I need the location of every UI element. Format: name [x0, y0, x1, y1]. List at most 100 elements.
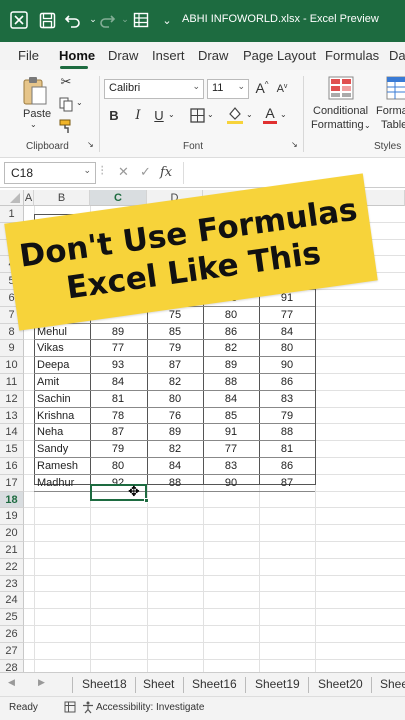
cancel-icon[interactable]: ✕: [118, 165, 129, 180]
row-header[interactable]: 9: [0, 340, 24, 358]
row-header[interactable]: 27: [0, 642, 24, 660]
fill-handle[interactable]: [144, 498, 149, 503]
table-cell-name[interactable]: Neha: [34, 424, 63, 441]
table-cell-name[interactable]: Amit: [34, 374, 59, 391]
copy-dropdown-icon[interactable]: ⌄: [76, 98, 83, 107]
table-cell-score[interactable]: 90: [259, 357, 315, 374]
format-painter-icon[interactable]: [58, 118, 74, 134]
row-header[interactable]: 17: [0, 474, 24, 492]
row-header[interactable]: 1: [0, 206, 24, 223]
clipboard-launcher-icon[interactable]: ↘: [87, 140, 94, 149]
table-cell-score[interactable]: 84: [147, 458, 203, 475]
save-icon[interactable]: [38, 11, 56, 29]
table-cell-score[interactable]: 78: [90, 408, 146, 425]
menu-insert[interactable]: Insert: [152, 48, 185, 63]
table-cell-score[interactable]: 81: [259, 441, 315, 458]
table-cell-score[interactable]: 90: [203, 475, 259, 492]
name-box[interactable]: C18 ⌄: [4, 162, 96, 184]
column-header-b[interactable]: B: [34, 190, 90, 206]
font-color-dropdown-icon[interactable]: ⌄: [280, 110, 287, 119]
row-header[interactable]: 18: [0, 491, 24, 509]
row-header[interactable]: 26: [0, 626, 24, 643]
table-cell-score[interactable]: 84: [203, 391, 259, 408]
table-cell-name[interactable]: Deepa: [34, 357, 69, 374]
table-cell-score[interactable]: 88: [147, 475, 203, 492]
column-header-c[interactable]: C: [90, 190, 147, 206]
sheet-view-icon[interactable]: [64, 701, 76, 716]
shrink-font-button[interactable]: Av: [275, 81, 289, 97]
format-as-table-icon[interactable]: [386, 76, 405, 100]
row-header[interactable]: 25: [0, 609, 24, 626]
fill-color-icon[interactable]: [226, 105, 244, 125]
customize-toolbar-icon[interactable]: ⌄: [158, 11, 176, 29]
row-header[interactable]: 24: [0, 592, 24, 610]
paste-dropdown-icon[interactable]: ⌄: [30, 120, 37, 129]
table-cell-score[interactable]: 89: [147, 424, 203, 441]
accessibility-icon[interactable]: [82, 701, 94, 717]
conditional-formatting-label-2[interactable]: Formatting: [311, 119, 364, 131]
next-sheet-icon[interactable]: ▶: [38, 678, 45, 688]
menu-draw-2[interactable]: Draw: [198, 48, 228, 63]
row-header[interactable]: 16: [0, 458, 24, 475]
table-cell-score[interactable]: 80: [90, 458, 146, 475]
fill-color-dropdown-icon[interactable]: ⌄: [246, 110, 253, 119]
menu-data[interactable]: Da: [389, 48, 405, 63]
table-cell-score[interactable]: 77: [203, 441, 259, 458]
conditional-formatting-dropdown-icon[interactable]: ⌄: [364, 121, 371, 130]
copy-icon[interactable]: [58, 96, 74, 112]
table-cell-name[interactable]: Ramesh: [34, 458, 78, 475]
table-cell-score[interactable]: 79: [90, 441, 146, 458]
row-header[interactable]: 12: [0, 390, 24, 408]
menu-page-layout[interactable]: Page Layout: [243, 48, 316, 63]
table-cell-score[interactable]: 79: [147, 340, 203, 357]
row-header[interactable]: 20: [0, 525, 24, 542]
table-cell-score[interactable]: 88: [259, 424, 315, 441]
row-header[interactable]: 10: [0, 357, 24, 374]
insert-function-icon[interactable]: fx: [160, 165, 172, 180]
undo-icon[interactable]: [64, 11, 82, 29]
borders-icon[interactable]: [189, 107, 205, 123]
table-cell-score[interactable]: 77: [259, 307, 315, 324]
table-cell-name[interactable]: Sandy: [34, 441, 68, 458]
table-cell-score[interactable]: 81: [90, 391, 146, 408]
table-cell-score[interactable]: 86: [259, 374, 315, 391]
row-header[interactable]: 14: [0, 424, 24, 442]
table-cell-score[interactable]: 77: [90, 340, 146, 357]
sheet-tab-sheet16[interactable]: Sheet16: [192, 677, 237, 691]
grow-font-button[interactable]: A ^: [254, 79, 270, 97]
table-view-icon[interactable]: [132, 11, 150, 29]
table-cell-score[interactable]: 79: [259, 408, 315, 425]
table-cell-score[interactable]: 84: [90, 374, 146, 391]
borders-dropdown-icon[interactable]: ⌄: [207, 110, 214, 119]
formula-input[interactable]: [183, 162, 401, 184]
font-name-select[interactable]: Calibri ⌄: [104, 79, 204, 99]
select-all-corner[interactable]: [0, 190, 24, 206]
underline-button[interactable]: U: [152, 106, 166, 124]
table-cell-score[interactable]: 80: [259, 340, 315, 357]
column-header-a[interactable]: A: [24, 190, 34, 206]
paste-button[interactable]: Paste: [23, 108, 51, 120]
sheet-tab-sheet18[interactable]: Sheet18: [82, 677, 127, 691]
menu-draw[interactable]: Draw: [108, 48, 138, 63]
table-cell-score[interactable]: 89: [90, 324, 146, 341]
redo-icon[interactable]: [98, 11, 116, 29]
underline-dropdown-icon[interactable]: ⌄: [168, 110, 175, 119]
row-header[interactable]: 15: [0, 441, 24, 458]
enter-icon[interactable]: ✓: [140, 165, 151, 180]
table-cell-score[interactable]: 82: [147, 374, 203, 391]
table-cell-score[interactable]: 87: [90, 424, 146, 441]
accessibility-status[interactable]: Accessibility: Investigate: [96, 702, 204, 713]
sheet-tab-sheet19[interactable]: Sheet19: [255, 677, 300, 691]
table-cell-score[interactable]: 80: [147, 391, 203, 408]
table-cell-score[interactable]: 89: [203, 357, 259, 374]
table-cell-score[interactable]: 76: [147, 408, 203, 425]
format-as-table-label-1[interactable]: Forma: [376, 105, 405, 117]
table-cell-score[interactable]: 84: [259, 324, 315, 341]
sheet-tab-sheet[interactable]: Sheet: [143, 677, 174, 691]
row-header[interactable]: 22: [0, 558, 24, 576]
conditional-formatting-label-1[interactable]: Conditional: [313, 105, 368, 117]
table-cell-score[interactable]: 91: [203, 424, 259, 441]
row-header[interactable]: 23: [0, 575, 24, 593]
table-cell-score[interactable]: 93: [90, 357, 146, 374]
table-cell-name[interactable]: Krishna: [34, 408, 74, 425]
